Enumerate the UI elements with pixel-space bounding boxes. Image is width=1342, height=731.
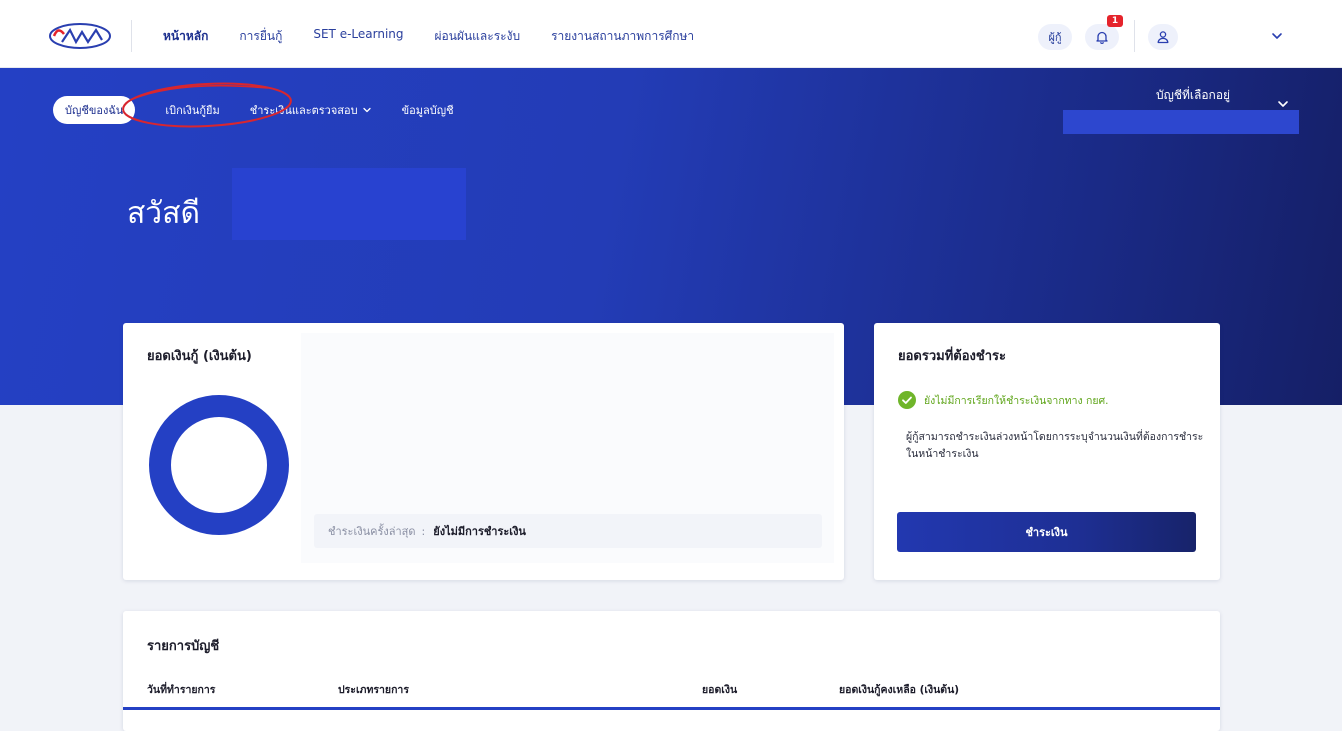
- ledger-col-remaining[interactable]: ยอดเงินกู้คงเหลือ (เงินต้น): [839, 681, 959, 698]
- user-name-redacted: [1180, 20, 1260, 52]
- last-payment-row: ชำระเงินครั้งล่าสุด : ยังไม่มีการชำระเงิ…: [314, 514, 822, 548]
- loan-donut-chart: [149, 395, 289, 535]
- ledger-col-type[interactable]: ประเภทรายการ: [338, 681, 409, 698]
- amount-due-card: ยอดรวมที่ต้องชำระ ยังไม่มีการเรียกให้ชำร…: [874, 323, 1220, 580]
- bell-icon: [1096, 31, 1108, 44]
- user-menu-chevron[interactable]: [1270, 28, 1284, 42]
- nav-item-loan-application[interactable]: การยื่นกู้: [239, 27, 282, 46]
- app-logo[interactable]: [48, 22, 112, 50]
- last-payment-value: ยังไม่มีการชำระเงิน: [433, 525, 526, 538]
- chevron-down-icon: [1278, 101, 1288, 107]
- amount-due-title: ยอดรวมที่ต้องชำระ: [898, 349, 1006, 364]
- prepayment-note: ผู้กู้สามารถชำระเงินล่วงหน้าโดยการระบุจำ…: [906, 431, 1204, 460]
- user-icon: [1157, 31, 1169, 44]
- greeting-text: สวัสดี: [127, 196, 200, 231]
- ledger-title: รายการบัญชี: [147, 639, 220, 654]
- nav-item-home[interactable]: หน้าหลัก: [163, 27, 208, 46]
- chevron-down-icon: [1272, 33, 1282, 39]
- user-menu-button[interactable]: [1148, 24, 1178, 50]
- chevron-down-icon: [362, 107, 371, 113]
- ledger-header-underline: [123, 707, 1220, 710]
- role-chip[interactable]: ผู้กู้: [1038, 24, 1072, 50]
- account-ledger-card: รายการบัญชี วันที่ทำรายการ ประเภทรายการ …: [123, 611, 1220, 731]
- ledger-col-amount[interactable]: ยอดเงิน: [702, 681, 737, 698]
- notification-badge: 1: [1107, 15, 1123, 27]
- ledger-col-date[interactable]: วันที่ทำรายการ: [147, 681, 215, 698]
- last-payment-label: ชำระเงินครั้งล่าสุด: [328, 525, 416, 538]
- annotation-circle: [122, 82, 292, 128]
- account-select-label[interactable]: บัญชีที่เลือกอยู่: [1156, 86, 1230, 105]
- logo-mark: [49, 23, 111, 49]
- amount-due-status-text: ยังไม่มีการเรียกให้ชำระเงินจากทาง กยศ.: [924, 394, 1109, 407]
- last-payment-separator: :: [421, 524, 426, 538]
- pay-button[interactable]: ชำระเงิน: [897, 512, 1196, 552]
- nav-item-deferment[interactable]: ผ่อนผันและระงับ: [435, 27, 521, 46]
- subnav-item-account-info[interactable]: ข้อมูลบัญชี: [402, 101, 454, 119]
- notification-button[interactable]: [1085, 24, 1119, 50]
- top-header: หน้าหลัก การยื่นกู้ SET e-Learning ผ่อนผ…: [0, 0, 1342, 68]
- nav-item-set-elearning[interactable]: SET e-Learning: [313, 27, 403, 46]
- nav-item-education-status[interactable]: รายงานสถานภาพการศึกษา: [551, 27, 694, 46]
- user-fullname-redacted: [232, 168, 466, 240]
- header-divider: [131, 20, 132, 52]
- loan-balance-card: ยอดเงินกู้ (เงินต้น) ชำระเงินครั้งล่าสุด…: [123, 323, 844, 580]
- header-divider-right: [1134, 20, 1135, 52]
- account-number-redacted: [1063, 110, 1299, 134]
- amount-due-status: ยังไม่มีการเรียกให้ชำระเงินจากทาง กยศ.: [898, 391, 1108, 409]
- check-circle-icon: [898, 391, 916, 409]
- account-select-chevron[interactable]: [1276, 96, 1290, 110]
- loan-balance-title: ยอดเงินกู้ (เงินต้น): [147, 349, 252, 364]
- main-nav: หน้าหลัก การยื่นกู้ SET e-Learning ผ่อนผ…: [163, 27, 725, 46]
